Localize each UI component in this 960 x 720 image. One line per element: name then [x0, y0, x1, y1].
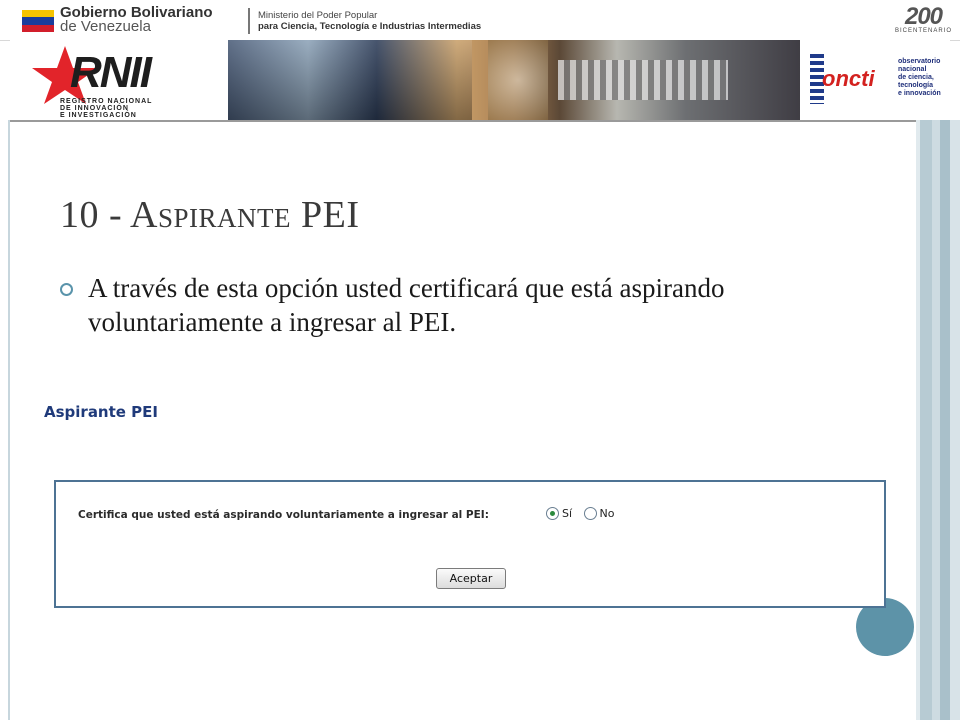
oncti-caption: observatorio nacional de ciencia, tecnol…: [898, 58, 941, 97]
oncti-word: oncti: [822, 66, 875, 91]
bicentenario-logo: 200 BICENTENARIO: [894, 3, 952, 35]
slide-title: 10 - Aspirante PEI: [60, 194, 360, 236]
laboratory-photo: [228, 40, 800, 120]
rnii-logo: RNII REGISTRO NACIONAL DE INNOVACIÓN E I…: [30, 42, 220, 119]
radio-no[interactable]: [583, 506, 597, 520]
government-header: Gobierno Bolivariano de Venezuela Ministe…: [0, 0, 960, 41]
government-name: Gobierno Bolivariano de Venezuela: [60, 4, 213, 35]
accept-button[interactable]: Aceptar: [436, 568, 506, 589]
banner: RNII REGISTRO NACIONAL DE INNOVACIÓN E I…: [10, 40, 950, 122]
form-question: Certifica que usted está aspirando volun…: [78, 509, 489, 521]
radio-no-label[interactable]: No: [600, 507, 615, 520]
oncti-logo: oncti observatorio nacional de ciencia, …: [810, 44, 950, 116]
radio-si[interactable]: [546, 506, 559, 520]
header-separator: [248, 8, 250, 34]
left-rule: [8, 120, 10, 720]
form-heading: Aspirante PEI: [44, 403, 159, 421]
right-decorative-strip: [916, 120, 960, 720]
rnii-caption: REGISTRO NACIONAL DE INNOVACIÓN E INVEST…: [60, 98, 153, 119]
ministry-name: Ministerio del Poder Popular para Ciencia…: [258, 10, 482, 32]
rnii-letters: RNII: [70, 48, 152, 97]
venezuela-flag-icon: [22, 10, 54, 32]
aspirante-form: Certifica que usted está aspirando volun…: [54, 480, 886, 608]
bullet-icon: [60, 283, 73, 296]
bullet-text: A través de esta opción usted certificar…: [88, 273, 725, 337]
radio-group: Sí No: [546, 506, 623, 520]
radio-si-label[interactable]: Sí: [562, 507, 572, 520]
